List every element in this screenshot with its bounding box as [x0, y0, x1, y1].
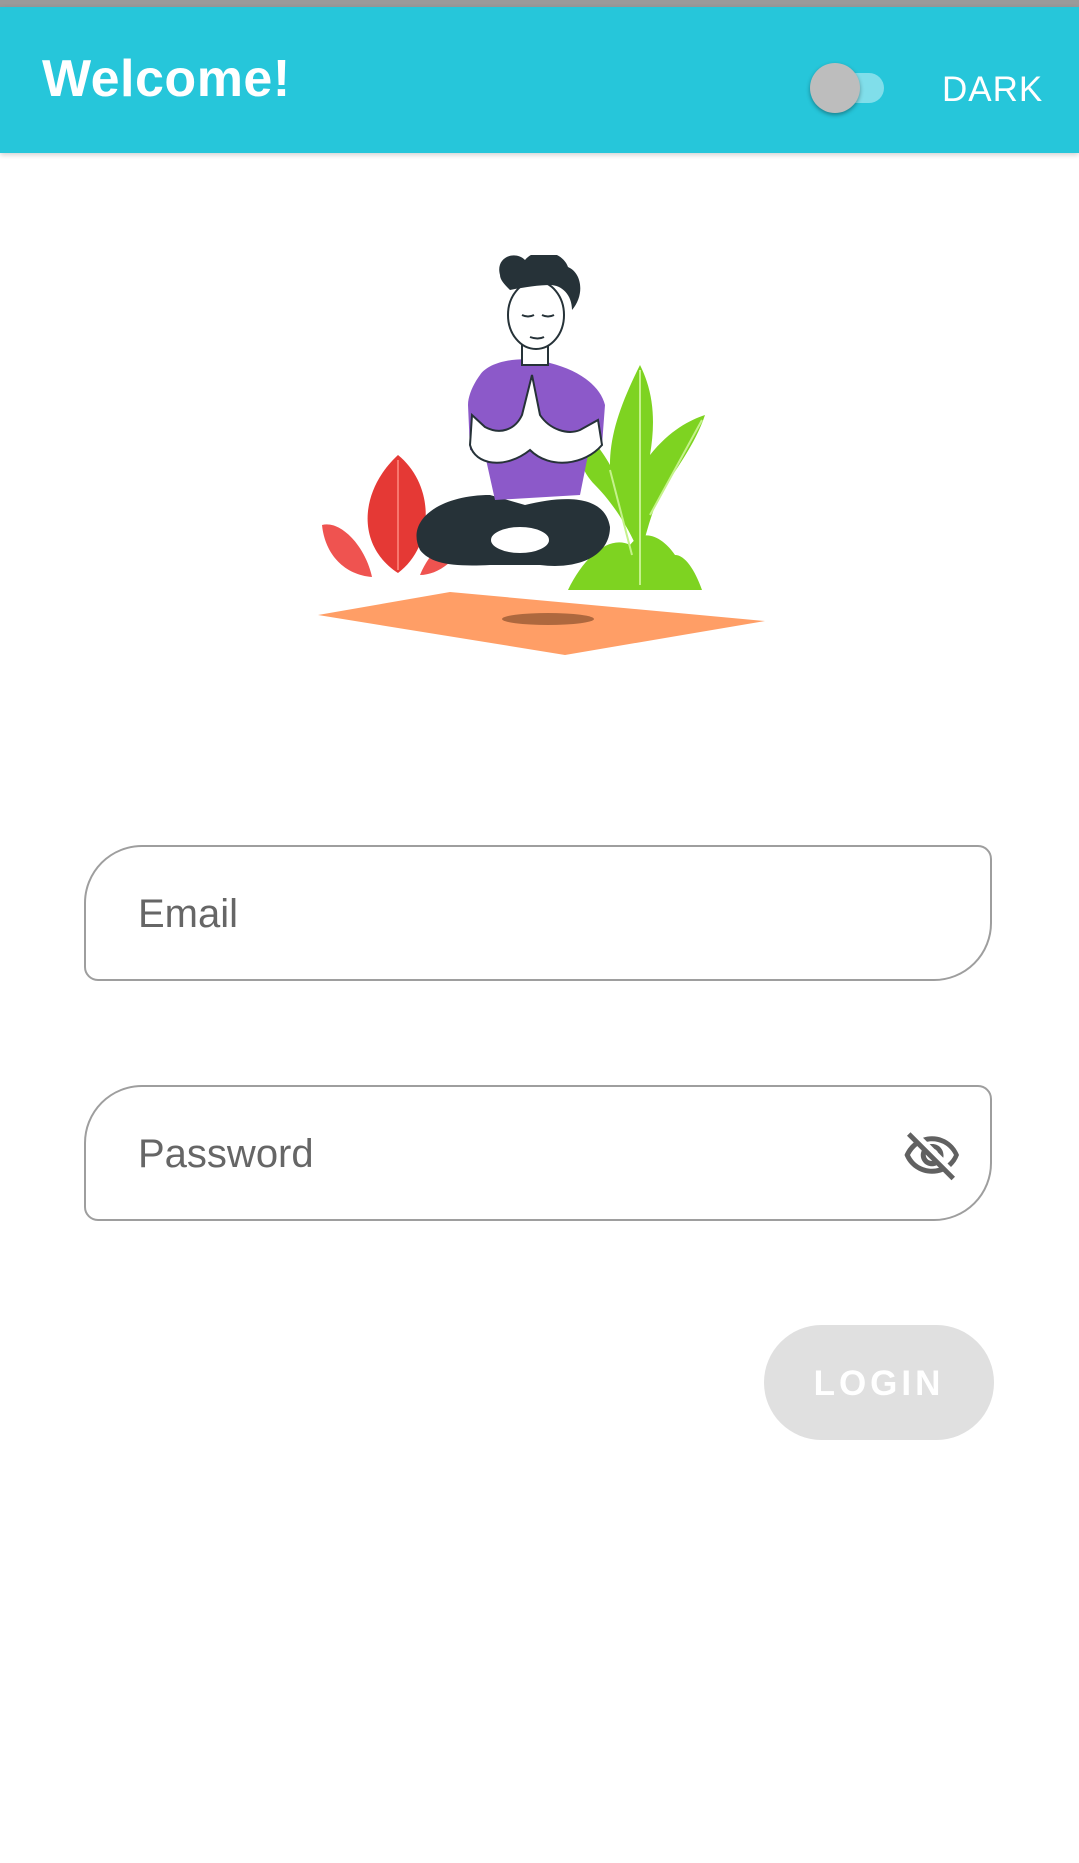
- dark-mode-toggle[interactable]: [810, 62, 892, 113]
- eye-off-icon[interactable]: [902, 1125, 962, 1185]
- red-leaf-center: [367, 455, 426, 573]
- page-title: Welcome!: [42, 50, 291, 108]
- login-button[interactable]: LOGIN: [764, 1325, 994, 1440]
- app-bar: Welcome! DARK: [0, 7, 1079, 153]
- mat-shadow: [502, 613, 594, 625]
- email-field[interactable]: [84, 845, 992, 981]
- toggle-thumb: [810, 63, 860, 113]
- meditating-person-illustration: [318, 255, 765, 655]
- red-leaf-left: [322, 524, 372, 577]
- password-input[interactable]: [136, 1087, 900, 1221]
- person-feet: [489, 525, 551, 555]
- status-bar: [0, 0, 1079, 7]
- email-input[interactable]: [136, 847, 900, 981]
- dark-mode-label[interactable]: DARK: [942, 70, 1043, 110]
- password-field[interactable]: [84, 1085, 992, 1221]
